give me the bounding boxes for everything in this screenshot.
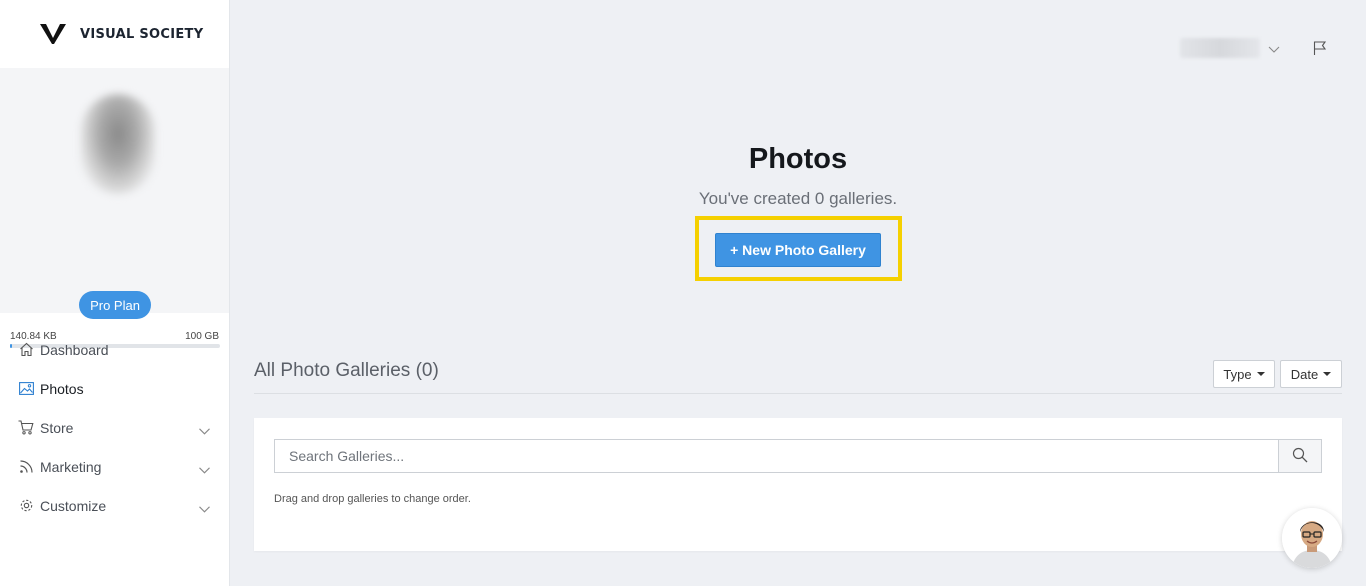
page-title: Photos [748,143,848,175]
user-name-blurred [1180,38,1260,58]
search-icon [1292,447,1308,466]
type-filter-label: Type [1223,366,1252,382]
plan-badge[interactable]: Pro Plan [79,291,151,319]
sidebar-item-label: Dashboard [40,341,109,358]
chevron-down-icon[interactable] [199,422,210,438]
all-galleries-title: All Photo Galleries (0) [254,360,439,381]
drag-drop-hint: Drag and drop galleries to change order. [274,493,471,505]
home-icon [18,342,34,358]
cart-icon [18,420,34,436]
sidebar-item-label: Customize [40,497,107,514]
sidebar-nav: Dashboard Photos Store Marketing Customi… [0,330,230,525]
flag-icon[interactable] [1312,40,1328,60]
search-button[interactable] [1278,439,1322,473]
sidebar-item-label: Marketing [40,458,102,475]
chevron-down-icon[interactable] [199,461,210,477]
sidebar-item-label: Photos [40,380,84,397]
new-photo-gallery-button[interactable]: + New Photo Gallery [715,233,881,267]
sidebar-item-dashboard[interactable]: Dashboard [0,330,230,369]
sidebar-item-marketing[interactable]: Marketing [0,447,230,486]
sidebar-item-photos[interactable]: Photos [0,369,230,408]
sidebar-item-label: Store [40,419,74,436]
chevron-down-icon[interactable] [199,500,210,516]
date-filter-label: Date [1290,366,1319,382]
profile-avatar[interactable] [59,80,171,210]
image-icon [18,381,34,397]
sidebar-item-store[interactable]: Store [0,408,230,447]
profile-panel: Pro Plan 140.84 KB 100 GB [0,68,229,348]
brand-name: VISUAL SOCIETY [80,26,204,42]
sidebar-item-customize[interactable]: Customize [0,486,230,525]
brand[interactable]: VISUAL SOCIETY [0,0,229,68]
search-galleries-input[interactable] [274,439,1279,473]
caret-down-icon [1323,372,1332,376]
rss-icon [18,459,34,475]
support-chat-avatar[interactable] [1282,508,1342,568]
sidebar: VISUAL SOCIETY Pro Plan 140.84 KB 100 GB… [0,0,230,586]
type-filter-button[interactable]: Type [1213,360,1275,388]
galleries-panel: Drag and drop galleries to change order. [254,418,1342,551]
visual-society-logo-icon [40,23,66,45]
section-divider [254,393,1342,394]
gear-icon [18,498,34,514]
user-menu[interactable] [1180,38,1280,58]
caret-down-icon [1256,372,1265,376]
date-filter-button[interactable]: Date [1280,360,1342,388]
chevron-down-icon[interactable] [1268,39,1280,58]
gallery-count-text: You've created 0 galleries. [698,189,898,208]
